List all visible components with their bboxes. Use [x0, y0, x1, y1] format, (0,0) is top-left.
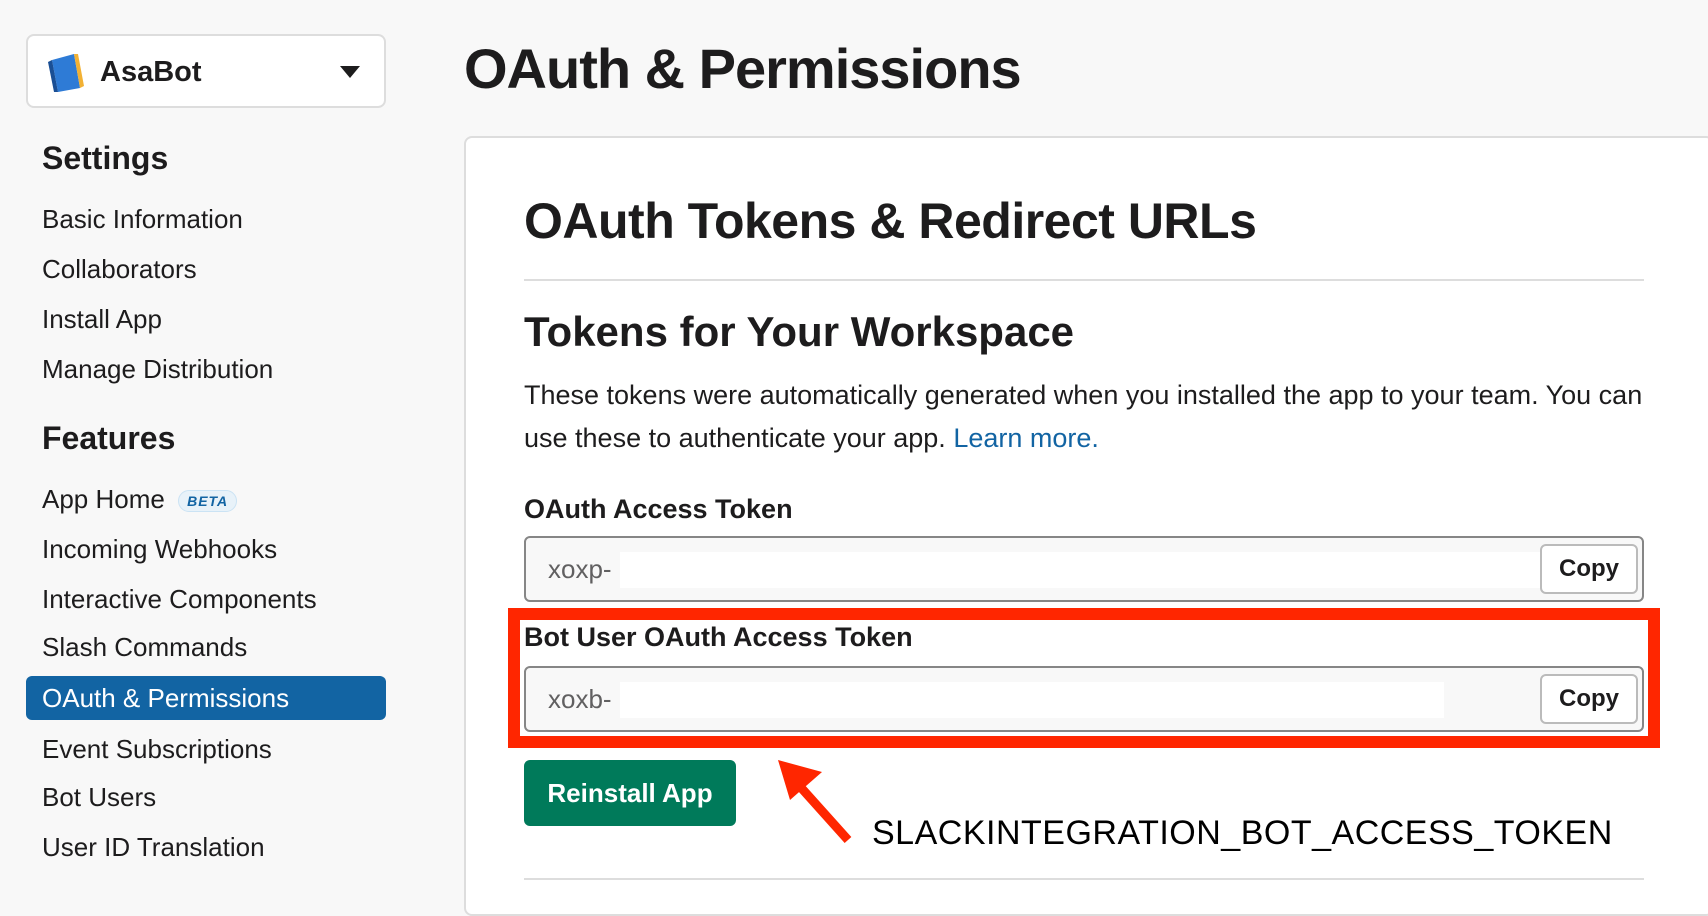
- sidebar-item-collaborators[interactable]: Collaborators: [42, 254, 197, 285]
- sidebar-item-manage-distribution[interactable]: Manage Distribution: [42, 354, 273, 385]
- sidebar-item-basic-information[interactable]: Basic Information: [42, 204, 243, 235]
- sidebar-item-install-app[interactable]: Install App: [42, 304, 162, 335]
- bot-token-label: Bot User OAuth Access Token: [524, 622, 913, 652]
- features-heading: Features: [42, 420, 176, 456]
- arrow-icon: [778, 760, 852, 844]
- bot-token-field: Copy: [524, 666, 1644, 732]
- copy-bot-token-button[interactable]: Copy: [1540, 674, 1638, 724]
- sidebar-item-label: App Home: [42, 484, 165, 514]
- sidebar-item-incoming-webhooks[interactable]: Incoming Webhooks: [42, 534, 277, 565]
- tokens-description: These tokens were automatically generate…: [524, 374, 1664, 460]
- sidebar-item-interactive-components[interactable]: Interactive Components: [42, 584, 317, 615]
- settings-heading: Settings: [42, 140, 169, 176]
- reinstall-app-button[interactable]: Reinstall App: [524, 760, 736, 826]
- sidebar-item-app-home[interactable]: App Home BETA: [42, 484, 238, 515]
- sidebar-item-oauth-permissions[interactable]: OAuth & Permissions: [26, 676, 386, 720]
- sidebar-item-user-id-translation[interactable]: User ID Translation: [42, 832, 265, 863]
- section-title: OAuth Tokens & Redirect URLs: [524, 193, 1257, 249]
- app-name: AsaBot: [100, 56, 202, 88]
- page-title: OAuth & Permissions: [464, 37, 1022, 100]
- sidebar-item-bot-users[interactable]: Bot Users: [42, 782, 156, 813]
- divider: [524, 878, 1644, 880]
- oauth-token-label: OAuth Access Token: [524, 494, 793, 524]
- redaction-mask: [620, 552, 1620, 588]
- oauth-token-field: Copy: [524, 536, 1644, 602]
- tokens-subtitle: Tokens for Your Workspace: [524, 308, 1075, 355]
- divider: [524, 279, 1644, 281]
- chevron-down-icon[interactable]: [340, 66, 360, 78]
- copy-oauth-token-button[interactable]: Copy: [1540, 544, 1638, 594]
- redaction-mask: [620, 682, 1444, 718]
- beta-badge: BETA: [178, 490, 238, 513]
- learn-more-link[interactable]: Learn more.: [953, 423, 1099, 453]
- book-icon: [48, 54, 84, 92]
- annotation-label: SLACKINTEGRATION_BOT_ACCESS_TOKEN: [872, 814, 1613, 852]
- sidebar-item-event-subscriptions[interactable]: Event Subscriptions: [42, 734, 272, 765]
- app-switcher[interactable]: AsaBot: [26, 34, 386, 108]
- sidebar-item-slash-commands[interactable]: Slash Commands: [42, 632, 247, 663]
